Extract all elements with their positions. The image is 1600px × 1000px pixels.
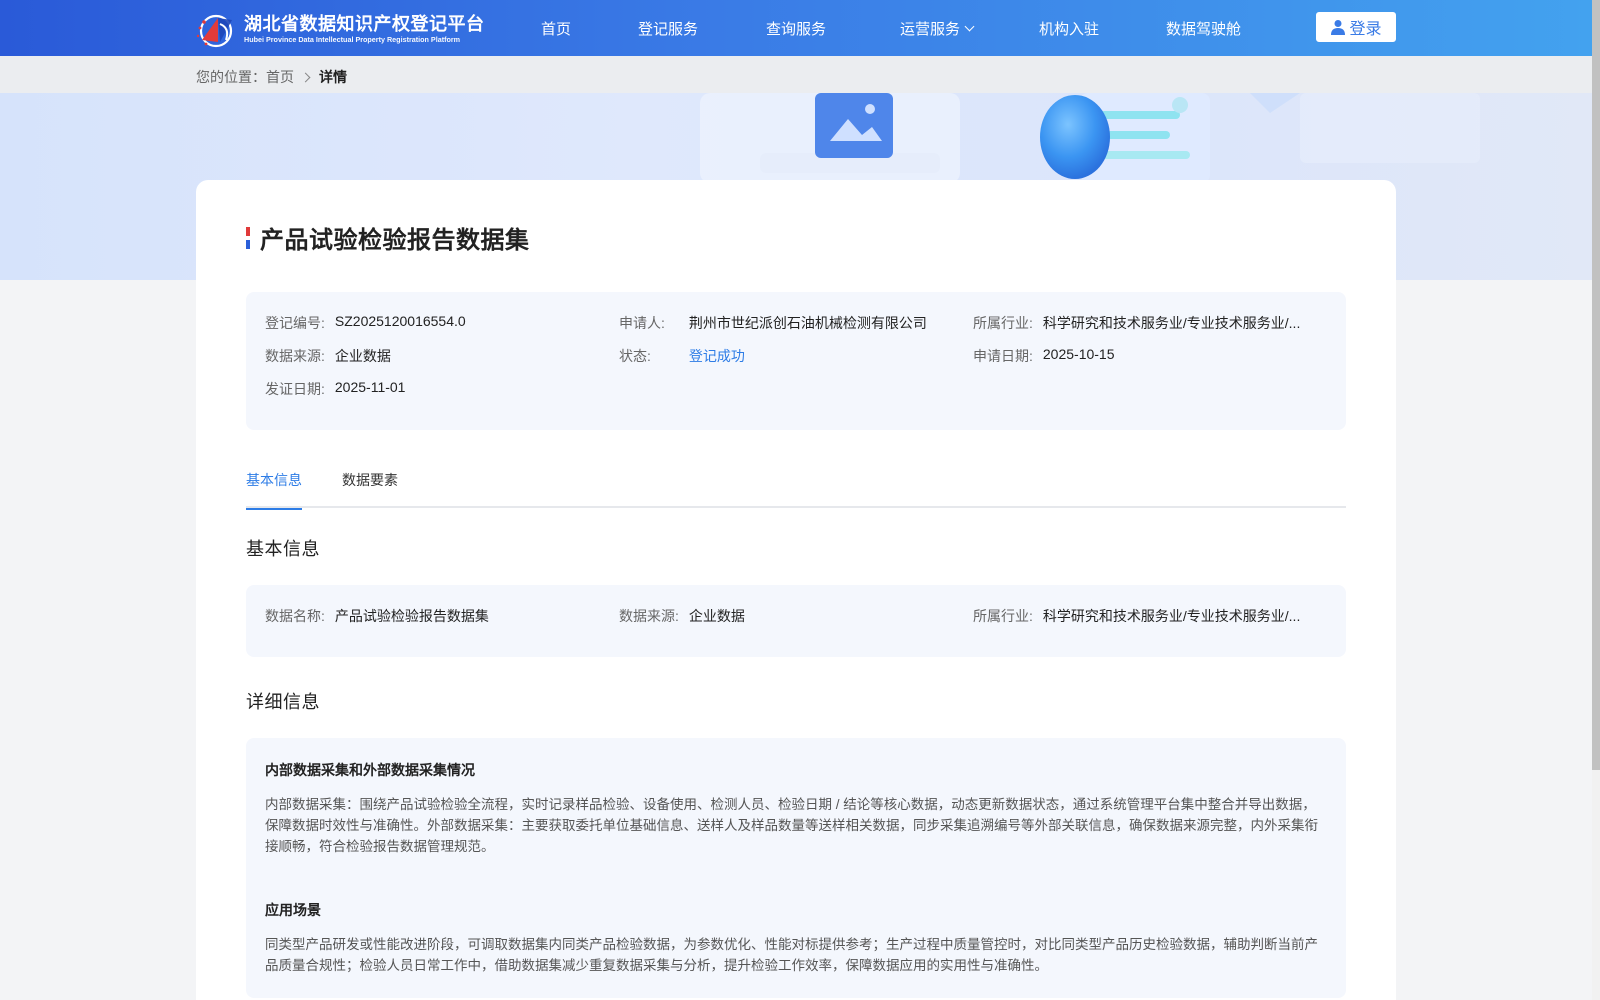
basic-industry: 所属行业: 科学研究和技术服务业/专业技术服务业/... [973, 606, 1303, 626]
summary-source-value: 企业数据 [334, 348, 391, 364]
nav-data-cockpit[interactable]: 数据驾驶舱 [1166, 18, 1241, 39]
tab-data-elements[interactable]: 数据要素 [342, 470, 398, 508]
summary-apply-date-value: 2025-10-15 [1042, 346, 1115, 362]
collection-text: 内部数据采集：围绕产品试验检验全流程，实时记录样品检验、设备使用、检测人员、检验… [265, 797, 1318, 854]
login-button-label: 登录 [1349, 21, 1382, 38]
basic-source-label: 数据来源: [619, 608, 679, 624]
summary-apply-date-label: 申请日期: [973, 348, 1033, 364]
logo-title-en: Hubei Province Data Intellectual Propert… [244, 35, 461, 44]
collection-heading: 内部数据采集和外部数据采集情况 [265, 762, 475, 778]
chevron-down-icon [964, 21, 975, 32]
breadcrumb: 您的位置： 首页 详情 [196, 67, 347, 87]
scrollbar-thumb[interactable] [1592, 0, 1600, 770]
basic-name: 数据名称: 产品试验检验报告数据集 [265, 606, 489, 626]
detail-info-section-title: 详细信息 [246, 692, 320, 712]
nav-home[interactable]: 首页 [541, 18, 571, 39]
scenario-text: 同类型产品研发或性能改进阶段，可调取数据集内同类产品检验数据，为参数优化、性能对… [265, 937, 1318, 973]
nav-query-service[interactable]: 查询服务 [766, 18, 826, 39]
top-navigation-bar: 湖北省数据知识产权登记平台 Hubei Province Data Intell… [0, 0, 1592, 56]
breadcrumb-prefix: 您的位置： [196, 69, 266, 85]
detail-info-box: 内部数据采集和外部数据采集情况 内部数据采集：围绕产品试验检验全流程，实时记录样… [246, 738, 1346, 998]
page-scrollbar[interactable] [1592, 0, 1600, 1000]
status-badge: 登记成功 [688, 348, 745, 364]
summary-reg-no: 登记编号: SZ2025120016554.0 [265, 313, 466, 333]
nav-operation-service[interactable]: 运营服务 [900, 18, 975, 39]
basic-info-section-title: 基本信息 [246, 539, 320, 559]
user-icon [1331, 20, 1346, 35]
summary-issue-date: 发证日期: 2025-11-01 [265, 379, 405, 399]
basic-industry-value: 科学研究和技术服务业/专业技术服务业/... [1042, 608, 1301, 624]
summary-issue-date-label: 发证日期: [265, 381, 325, 397]
logo-emblem-icon [196, 10, 240, 48]
page-title-text: 产品试验检验报告数据集 [260, 227, 530, 254]
basic-source-value: 企业数据 [688, 608, 745, 624]
basic-name-value: 产品试验检验报告数据集 [334, 608, 489, 624]
detail-card: 产品试验检验报告数据集 登记编号: SZ2025120016554.0 申请人:… [196, 180, 1396, 1000]
summary-industry: 所属行业: 科学研究和技术服务业/专业技术服务业/... [973, 313, 1303, 333]
chevron-right-icon [300, 72, 311, 82]
summary-applicant-label: 申请人: [619, 315, 665, 331]
summary-reg-no-value: SZ2025120016554.0 [334, 313, 466, 329]
summary-applicant: 申请人: 荆州市世纪派创石油机械检测有限公司 [619, 313, 927, 333]
breadcrumb-home-link[interactable]: 首页 [266, 67, 294, 87]
summary-status-label: 状态: [619, 348, 651, 364]
login-button[interactable]: 登录 [1316, 12, 1396, 42]
summary-reg-no-label: 登记编号: [265, 315, 325, 331]
breadcrumb-bar: 您的位置： 首页 详情 [0, 56, 1592, 93]
breadcrumb-current: 详情 [319, 69, 347, 85]
registration-summary: 登记编号: SZ2025120016554.0 申请人: 荆州市世纪派创石油机械… [246, 292, 1346, 430]
title-accent-icon [246, 226, 250, 249]
summary-status: 状态: 登记成功 [619, 346, 745, 366]
basic-source: 数据来源: 企业数据 [619, 606, 745, 626]
basic-info-box: 数据名称: 产品试验检验报告数据集 数据来源: 企业数据 所属行业: 科学研究和… [246, 585, 1346, 657]
summary-industry-value: 科学研究和技术服务业/专业技术服务业/... [1042, 315, 1301, 331]
nav-institution-join[interactable]: 机构入驻 [1039, 18, 1099, 39]
summary-source-label: 数据来源: [265, 348, 325, 364]
summary-source: 数据来源: 企业数据 [265, 346, 391, 366]
summary-industry-label: 所属行业: [973, 315, 1033, 331]
detail-tabs: 基本信息 数据要素 [246, 470, 1346, 510]
summary-applicant-value: 荆州市世纪派创石油机械检测有限公司 [688, 315, 927, 331]
page-title: 产品试验检验报告数据集 [246, 220, 530, 255]
summary-apply-date: 申请日期: 2025-10-15 [973, 346, 1115, 366]
summary-issue-date-value: 2025-11-01 [334, 379, 406, 395]
nav-registration-service[interactable]: 登记服务 [638, 18, 698, 39]
tab-basic-info[interactable]: 基本信息 [246, 470, 302, 510]
platform-logo[interactable]: 湖北省数据知识产权登记平台 Hubei Province Data Intell… [196, 10, 485, 48]
basic-industry-label: 所属行业: [973, 608, 1033, 624]
scenario-heading: 应用场景 [265, 902, 321, 918]
nav-operation-service-label: 运营服务 [900, 21, 961, 38]
basic-name-label: 数据名称: [265, 608, 325, 624]
logo-title-cn: 湖北省数据知识产权登记平台 [244, 14, 485, 34]
